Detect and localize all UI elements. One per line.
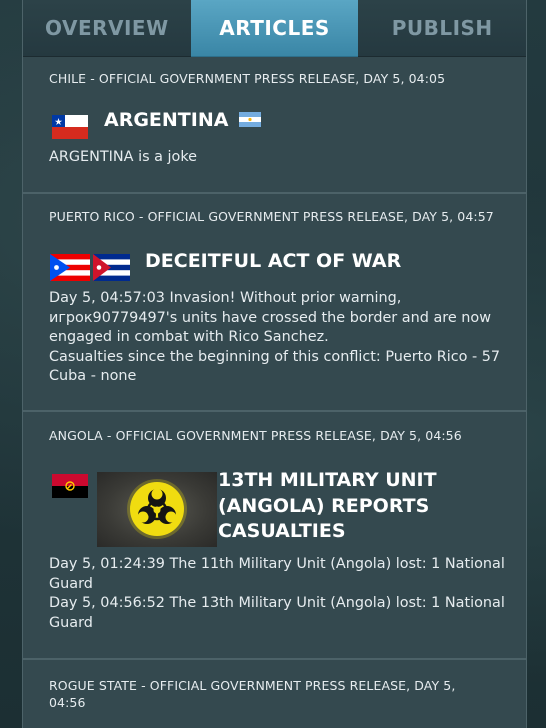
- argentina-flag-icon: [239, 110, 262, 132]
- article-headline: DECEITFUL ACT OF WAR: [145, 250, 402, 272]
- article-meta: ROGUE STATE - OFFICIAL GOVERNMENT PRESS …: [49, 678, 456, 710]
- article-angola[interactable]: ANGOLA - OFFICIAL GOVERNMENT PRESS RELEA…: [23, 412, 526, 658]
- tab-bar: OVERVIEW ARTICLES PUBLISH: [23, 0, 526, 57]
- angola-flag-icon: [52, 474, 88, 498]
- biohazard-icon: [97, 472, 217, 547]
- article-headline: 13TH MILITARY UNIT (ANGOLA) REPORTS CASU…: [218, 469, 437, 542]
- article-headline: ARGENTINA: [104, 109, 262, 132]
- article-body: Day 5, 01:24:39 The 11th Military Unit (…: [49, 556, 505, 631]
- tab-overview[interactable]: OVERVIEW: [23, 0, 191, 57]
- cuba-flag-icon: [93, 254, 130, 281]
- article-meta: ANGOLA - OFFICIAL GOVERNMENT PRESS RELEA…: [49, 428, 462, 443]
- tab-publish[interactable]: PUBLISH: [358, 0, 526, 57]
- chile-flag-icon: [52, 115, 88, 139]
- puerto-rico-flag-icon: [50, 254, 90, 281]
- article-meta: PUERTO RICO - OFFICIAL GOVERNMENT PRESS …: [49, 209, 494, 224]
- article-chile[interactable]: CHILE - OFFICIAL GOVERNMENT PRESS RELEAS…: [23, 57, 526, 193]
- article-meta: CHILE - OFFICIAL GOVERNMENT PRESS RELEAS…: [49, 71, 446, 86]
- article-puerto-rico[interactable]: PUERTO RICO - OFFICIAL GOVERNMENT PRESS …: [23, 194, 526, 410]
- article-rogue-state[interactable]: ROGUE STATE - OFFICIAL GOVERNMENT PRESS …: [23, 660, 526, 728]
- article-body: Day 5, 04:57:03 Invasion! Without prior …: [49, 290, 501, 384]
- articles-panel: OVERVIEW ARTICLES PUBLISH CHILE - OFFICI…: [22, 0, 527, 728]
- tab-articles[interactable]: ARTICLES: [190, 0, 359, 57]
- article-body: ARGENTINA is a joke: [49, 149, 198, 165]
